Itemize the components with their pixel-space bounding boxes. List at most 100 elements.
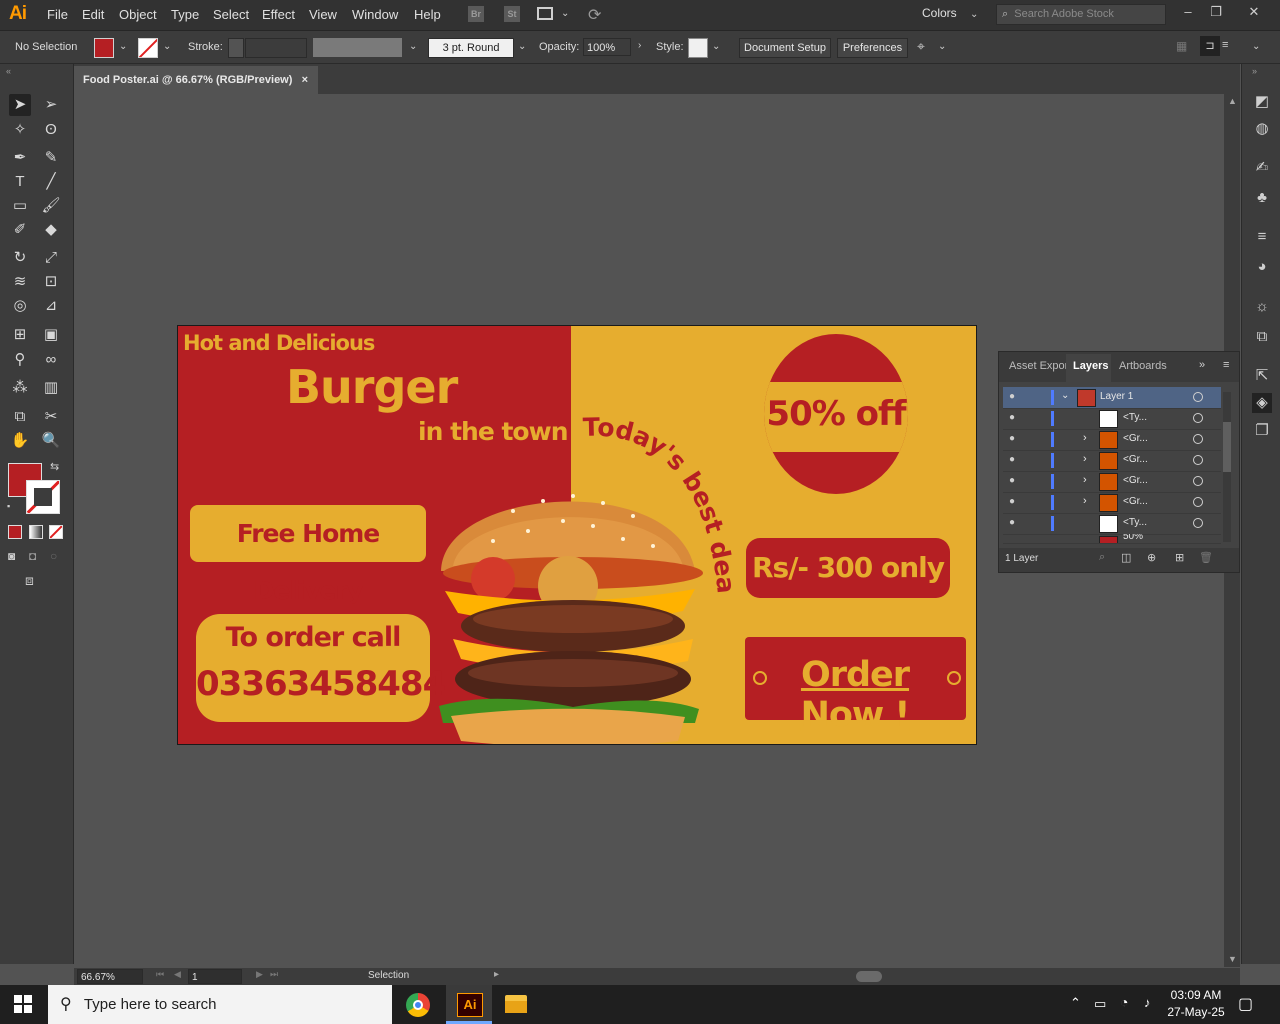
close-window-icon[interactable]: ✕ [1244, 4, 1264, 22]
windows-start-icon[interactable] [14, 995, 32, 1013]
taskbar-search[interactable]: ⚲ Type here to search [48, 985, 392, 1024]
menu-icon[interactable]: ≡ [1222, 39, 1228, 51]
panel-toggle-icon[interactable]: ⊐ [1200, 36, 1220, 56]
shaper-tool-icon[interactable]: ✐ [9, 219, 31, 241]
stroke-swatch[interactable] [138, 38, 158, 58]
stroke-stepper[interactable] [228, 38, 244, 58]
layer-row[interactable]: ● <Ty... [1003, 513, 1221, 535]
artboards-icon[interactable]: ❐ [1252, 421, 1272, 441]
properties-icon[interactable]: ◩ [1252, 92, 1272, 112]
target-icon[interactable] [1193, 476, 1203, 486]
target-icon[interactable] [1193, 392, 1203, 402]
gradient-tool-icon[interactable]: ▣ [40, 324, 62, 346]
restore-icon[interactable]: ❐ [1206, 4, 1226, 22]
menu-window[interactable]: Window [352, 7, 398, 22]
free-transform-icon[interactable]: ⊡ [40, 271, 62, 293]
blend-tool-icon[interactable]: ∞ [40, 349, 62, 371]
slice-tool-icon[interactable]: ✂ [40, 406, 62, 428]
menu-help[interactable]: Help [414, 7, 441, 22]
visibility-eye-icon[interactable]: ● [1009, 517, 1021, 529]
magic-wand-icon[interactable]: ✧ [9, 119, 31, 141]
export-icon[interactable]: ⇱ [1252, 366, 1272, 386]
visibility-eye-icon[interactable]: ● [1009, 433, 1021, 445]
opacity-field[interactable]: 100% [583, 38, 631, 56]
target-icon[interactable] [1193, 518, 1203, 528]
target-icon[interactable] [1193, 434, 1203, 444]
eyedropper-icon[interactable]: ⚲ [9, 349, 31, 371]
document-setup-button[interactable]: Document Setup [739, 38, 831, 58]
stroke-panel-icon[interactable]: ≡ [1252, 227, 1272, 247]
shape-builder-icon[interactable]: ◎ [9, 295, 31, 317]
volume-icon[interactable]: ♪ [1144, 995, 1151, 1010]
rotate-tool-icon[interactable]: ↻ [9, 247, 31, 269]
pen-tool-icon[interactable]: ✒ [9, 147, 31, 169]
layer-row[interactable]: 50% [1003, 534, 1221, 544]
brushes-icon[interactable]: ✍ [1252, 158, 1272, 178]
layer-row[interactable]: ● › <Gr... [1003, 471, 1221, 493]
artboard-number-field[interactable]: 1 [188, 969, 242, 984]
status-menu-icon[interactable]: ▸ [494, 969, 499, 980]
layer-row-layer1[interactable]: ● ⌄ Layer 1 [1003, 387, 1221, 409]
color-mode-icon[interactable] [8, 525, 22, 539]
zoom-tool-icon[interactable]: 🔍 [40, 430, 62, 452]
chevron-right-icon[interactable]: › [1083, 495, 1087, 507]
headline-burger[interactable]: Burger [286, 360, 458, 414]
type-tool-icon[interactable]: T [9, 171, 31, 193]
hand-tool-icon[interactable]: ✋ [9, 430, 31, 452]
stroke-color-swatch[interactable] [26, 480, 60, 514]
collapse-icon[interactable]: » [1252, 66, 1257, 76]
libraries-icon[interactable]: ◍ [1252, 119, 1272, 139]
chevron-down-icon[interactable]: ⌄ [561, 8, 569, 19]
battery-icon[interactable]: ▭ [1094, 996, 1106, 1012]
layer-row[interactable]: ● › <Gr... [1003, 492, 1221, 514]
chevron-right-icon[interactable]: › [1083, 453, 1087, 465]
chevron-down-icon[interactable]: ⌄ [409, 41, 417, 52]
artboard-food-poster[interactable]: Hot and Delicious Burger in the town 50%… [177, 325, 977, 745]
scroll-up-icon[interactable]: ▲ [1228, 96, 1237, 106]
visibility-eye-icon[interactable]: ● [1009, 454, 1021, 466]
draw-normal-icon[interactable]: ◙ [8, 549, 15, 563]
eraser-icon[interactable]: ◆ [40, 219, 62, 241]
visibility-eye-icon[interactable]: ● [1009, 391, 1021, 403]
lasso-icon[interactable]: ʘ [40, 119, 62, 141]
next-artboard-icon[interactable]: ▶ [256, 969, 263, 980]
draw-inside-icon[interactable]: ○ [50, 549, 57, 563]
new-layer-icon[interactable]: ⊞ [1175, 551, 1184, 564]
last-artboard-icon[interactable]: ⏭ [270, 969, 278, 980]
minimize-icon[interactable]: – [1178, 4, 1198, 22]
horizontal-scrollbar[interactable] [512, 969, 1216, 983]
layer-row[interactable]: ● › <Gr... [1003, 429, 1221, 451]
target-icon[interactable] [1193, 497, 1203, 507]
layers-icon[interactable]: ◈ [1252, 393, 1272, 413]
target-icon[interactable] [1193, 455, 1203, 465]
menu-file[interactable]: File [47, 7, 68, 22]
graphic-styles-icon[interactable]: ⧉ [1252, 327, 1272, 347]
layers-scrollbar[interactable] [1223, 392, 1231, 542]
file-explorer-icon[interactable] [505, 995, 527, 1013]
workspace-switcher[interactable]: Colors ⌄ [922, 6, 996, 24]
width-tool-icon[interactable]: ≋ [9, 271, 31, 293]
chevron-down-icon[interactable]: ⌄ [518, 41, 526, 52]
arrange-documents-icon[interactable] [537, 7, 553, 20]
chevron-up-icon[interactable]: ⌃ [1070, 995, 1081, 1011]
illustrator-taskbar-button[interactable]: Ai [446, 985, 492, 1024]
chevron-right-icon[interactable]: › [1083, 474, 1087, 486]
first-artboard-icon[interactable]: ⏮ [156, 969, 164, 980]
document-tab[interactable]: Food Poster.ai @ 66.67% (RGB/Preview) × [74, 66, 318, 94]
wifi-icon[interactable]: ◔ [1120, 994, 1128, 1010]
notifications-icon[interactable]: ▢ [1238, 994, 1253, 1014]
menu-type[interactable]: Type [171, 7, 199, 22]
chevron-right-icon[interactable]: › [1083, 432, 1087, 444]
menu-select[interactable]: Select [213, 7, 249, 22]
chevron-right-icon[interactable]: › [638, 40, 641, 51]
mesh-tool-icon[interactable]: ⊞ [9, 324, 31, 346]
tab-layers[interactable]: Layers [1073, 360, 1108, 372]
symbol-sprayer-icon[interactable]: ⁂ [9, 377, 31, 399]
menu-effect[interactable]: Effect [262, 7, 295, 22]
visibility-eye-icon[interactable]: ● [1009, 496, 1021, 508]
menu-edit[interactable]: Edit [82, 7, 104, 22]
brush-definition[interactable]: 3 pt. Round [428, 38, 514, 58]
expand-icon[interactable]: » [1199, 359, 1205, 371]
swap-colors-icon[interactable]: ⇆ [50, 460, 59, 473]
fill-swatch[interactable] [94, 38, 114, 58]
